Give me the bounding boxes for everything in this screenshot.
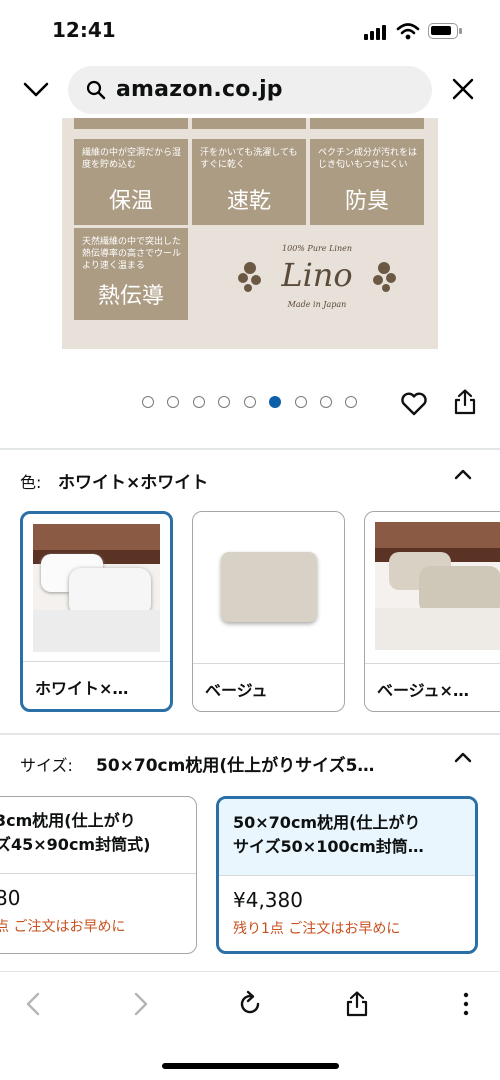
feature-tile: ペクチン成分が汚れをはじき匂いもつきにくい 防臭 xyxy=(310,139,424,225)
size-option-title: 3cm枕用(仕上がり ズ45×90cm封筒式) xyxy=(0,811,151,854)
feature-tile-top xyxy=(74,118,188,129)
more-options-icon[interactable] xyxy=(452,990,480,1018)
url-text: amazon.co.jp xyxy=(116,77,283,102)
size-value: 50×70cm枕用(仕上がりサイズ5… xyxy=(96,756,375,776)
forward-icon[interactable] xyxy=(126,990,154,1018)
size-option-43x63[interactable]: 3cm枕用(仕上がり ズ45×90cm封筒式) 80 点 ご注文はお早めに xyxy=(0,796,197,954)
chevron-up-icon[interactable] xyxy=(454,751,472,763)
carousel-dot[interactable] xyxy=(320,396,332,408)
color-option-beige[interactable]: ベージュ xyxy=(192,511,345,712)
lino-logo: 100% Pure Linen Lino Made in Japan xyxy=(222,234,412,324)
carousel-dot[interactable] xyxy=(295,396,307,408)
feature-tile-top xyxy=(192,118,306,129)
stock-notice: 残り1点 ご注文はお早めに xyxy=(233,921,401,937)
cellular-signal-icon xyxy=(364,24,390,40)
close-icon[interactable] xyxy=(450,76,476,102)
reload-icon[interactable] xyxy=(236,990,264,1018)
address-field[interactable]: amazon.co.jp xyxy=(68,66,432,114)
swatch-image-beige-pillow xyxy=(203,522,334,650)
swatch-image-white-bed xyxy=(33,524,160,652)
size-option-50x70[interactable]: 50×70cm枕用(仕上がり サイズ50×100cm封筒… ¥4,380 残り1… xyxy=(216,796,478,954)
size-option-price: ¥4,380 xyxy=(233,888,303,912)
size-option-price: 80 xyxy=(0,886,21,910)
wifi-icon xyxy=(396,23,420,40)
carousel-dot[interactable] xyxy=(167,396,179,408)
share-icon[interactable] xyxy=(453,388,477,416)
feature-tile: 汗をかいても洗濯してもすぐに乾く 速乾 xyxy=(192,139,306,225)
color-option-white[interactable]: ホワイト×… xyxy=(20,511,173,712)
section-divider xyxy=(0,733,500,735)
color-option-beige-combo[interactable]: ベージュ×… xyxy=(364,511,500,712)
search-icon xyxy=(86,80,106,100)
floral-ornament-icon xyxy=(238,262,261,292)
back-icon[interactable] xyxy=(20,990,48,1018)
swatch-label: ベージュ xyxy=(193,663,344,711)
chevron-up-icon[interactable] xyxy=(454,468,472,480)
carousel-dot-active[interactable] xyxy=(269,396,281,408)
chevron-down-icon[interactable] xyxy=(22,76,50,102)
size-label: サイズ: xyxy=(20,756,73,775)
swatch-label: ベージュ×… xyxy=(365,663,500,711)
status-bar: 12:41 xyxy=(0,0,500,64)
home-indicator xyxy=(162,1063,339,1069)
carousel-dot[interactable] xyxy=(142,396,154,408)
floral-ornament-icon xyxy=(373,262,396,292)
url-bar: amazon.co.jp xyxy=(0,62,500,118)
stock-notice: 点 ご注文はお早めに xyxy=(0,919,126,935)
carousel-dot[interactable] xyxy=(193,396,205,408)
size-option-title: 50×70cm枕用(仕上がり サイズ50×100cm封筒… xyxy=(219,799,475,875)
feature-tile: 天然繊維の中で突出した熱伝導率の高さでウールより速く温まる 熱伝導 xyxy=(74,228,188,320)
swatch-label: ホワイト×… xyxy=(23,661,170,709)
status-time: 12:41 xyxy=(52,18,116,42)
swatch-image-beige-bed xyxy=(375,522,500,650)
carousel-dot[interactable] xyxy=(218,396,230,408)
heart-icon[interactable] xyxy=(400,392,428,416)
carousel-dot[interactable] xyxy=(244,396,256,408)
feature-tile: 繊維の中が空洞だから湿度を貯め込む 保温 xyxy=(74,139,188,225)
product-image[interactable]: 繊維の中が空洞だから湿度を貯め込む 保温 汗をかいても洗濯してもすぐに乾く 速乾… xyxy=(62,118,438,349)
section-divider xyxy=(0,448,500,450)
feature-tile-top xyxy=(310,118,424,129)
color-value: ホワイト×ホワイト xyxy=(58,473,209,493)
color-label: 色: xyxy=(20,473,42,492)
share-icon[interactable] xyxy=(343,990,371,1018)
carousel-dot[interactable] xyxy=(345,396,357,408)
battery-icon xyxy=(428,23,462,39)
browser-toolbar xyxy=(0,972,500,1038)
